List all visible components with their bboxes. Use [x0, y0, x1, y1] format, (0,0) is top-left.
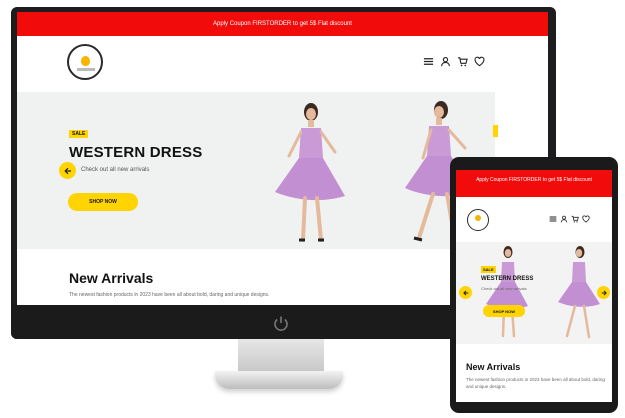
header-icons [549, 215, 590, 223]
new-arrivals-description: The newest fashion products in 2023 have… [69, 292, 270, 298]
new-arrivals-heading: New Arrivals [466, 362, 521, 372]
user-icon[interactable] [440, 56, 451, 67]
shop-now-button[interactable]: SHOP NOW [483, 305, 525, 317]
monitor-base [215, 371, 343, 389]
logo[interactable] [467, 209, 489, 231]
arrow-left-icon [63, 167, 71, 174]
heart-icon[interactable] [474, 56, 485, 67]
tablet-screen: Apply Coupon FIRSTORDER to get 5$ Flat d… [456, 170, 612, 402]
coupon-banner: Apply Coupon FIRSTORDER to get 5$ Flat d… [456, 170, 612, 197]
menu-icon[interactable] [549, 215, 557, 223]
sale-badge: SALE [481, 266, 496, 273]
carousel-prev-button[interactable] [59, 162, 76, 179]
hero-banner [456, 242, 612, 344]
model-image-1 [275, 103, 345, 242]
shop-now-button[interactable]: SHOP NOW [68, 193, 138, 211]
new-arrivals-heading: New Arrivals [69, 270, 154, 286]
arrow-left-icon [462, 290, 468, 295]
carousel-prev-button[interactable] [459, 286, 472, 299]
cart-icon[interactable] [571, 215, 579, 223]
coupon-banner: Apply Coupon FIRSTORDER to get 5$ Flat d… [17, 12, 548, 36]
new-arrivals-description: The newest fashion products in 2023 have… [466, 377, 605, 389]
hero-title: WESTERN DRESS [481, 276, 534, 282]
menu-icon[interactable] [423, 56, 434, 67]
hero-subtitle: Check out all new arrivals [81, 167, 150, 173]
hero-title: WESTERN DRESS [69, 144, 203, 161]
monitor-stand [238, 339, 324, 371]
model-image-1 [486, 246, 528, 338]
heart-icon[interactable] [582, 215, 590, 223]
logo[interactable] [67, 44, 103, 80]
header-icons [423, 56, 485, 67]
cart-icon[interactable] [457, 56, 468, 67]
sale-badge: SALE [69, 130, 89, 138]
hero-subtitle: Check out all new arrivals [481, 286, 527, 291]
arrow-right-icon [601, 290, 607, 295]
user-icon[interactable] [560, 215, 568, 223]
carousel-next-button[interactable] [493, 125, 498, 137]
carousel-next-button[interactable] [597, 286, 610, 299]
power-icon [274, 316, 288, 331]
